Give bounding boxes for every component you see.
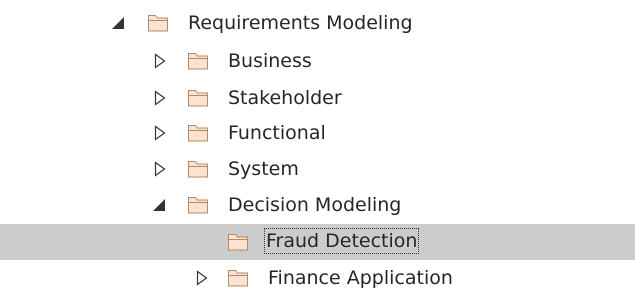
collapsed-triangle-icon[interactable] bbox=[151, 80, 169, 116]
tree-node-finance-application[interactable]: Finance Application bbox=[0, 260, 635, 296]
expanded-triangle-icon[interactable] bbox=[151, 187, 169, 223]
folder-icon bbox=[186, 120, 210, 144]
folder-icon bbox=[186, 156, 210, 180]
expanded-triangle-icon[interactable] bbox=[110, 5, 128, 41]
tree-node-label: Requirements Modeling bbox=[188, 12, 413, 34]
collapsed-triangle-icon[interactable] bbox=[193, 260, 211, 296]
tree-node-business[interactable]: Business bbox=[0, 43, 635, 79]
folder-icon bbox=[146, 10, 170, 34]
collapsed-triangle-icon[interactable] bbox=[151, 43, 169, 79]
folder-icon bbox=[186, 85, 210, 109]
folder-icon bbox=[186, 192, 210, 216]
tree-node-requirements-modeling[interactable]: Requirements Modeling bbox=[0, 5, 635, 41]
tree-node-label: Finance Application bbox=[268, 267, 453, 289]
tree-node-label: Fraud Detection bbox=[264, 228, 420, 254]
collapsed-triangle-icon[interactable] bbox=[151, 115, 169, 151]
tree-node-system[interactable]: System bbox=[0, 151, 635, 187]
tree-node-decision-modeling[interactable]: Decision Modeling bbox=[0, 187, 635, 223]
folder-icon bbox=[186, 48, 210, 72]
folder-icon bbox=[226, 265, 250, 289]
collapsed-triangle-icon[interactable] bbox=[151, 151, 169, 187]
tree-node-label: Stakeholder bbox=[228, 87, 342, 109]
tree-node-label: Functional bbox=[228, 122, 326, 144]
tree-node-label: Decision Modeling bbox=[228, 194, 402, 216]
tree-node-functional[interactable]: Functional bbox=[0, 115, 635, 151]
tree-node-stakeholder[interactable]: Stakeholder bbox=[0, 80, 635, 116]
folder-icon bbox=[226, 229, 250, 253]
tree-node-label: Business bbox=[228, 50, 312, 72]
tree-node-label: System bbox=[228, 158, 299, 180]
tree-node-fraud-detection[interactable]: Fraud Detection bbox=[0, 224, 635, 260]
project-browser-tree: Requirements Modeling Business Stakehold… bbox=[0, 0, 635, 296]
